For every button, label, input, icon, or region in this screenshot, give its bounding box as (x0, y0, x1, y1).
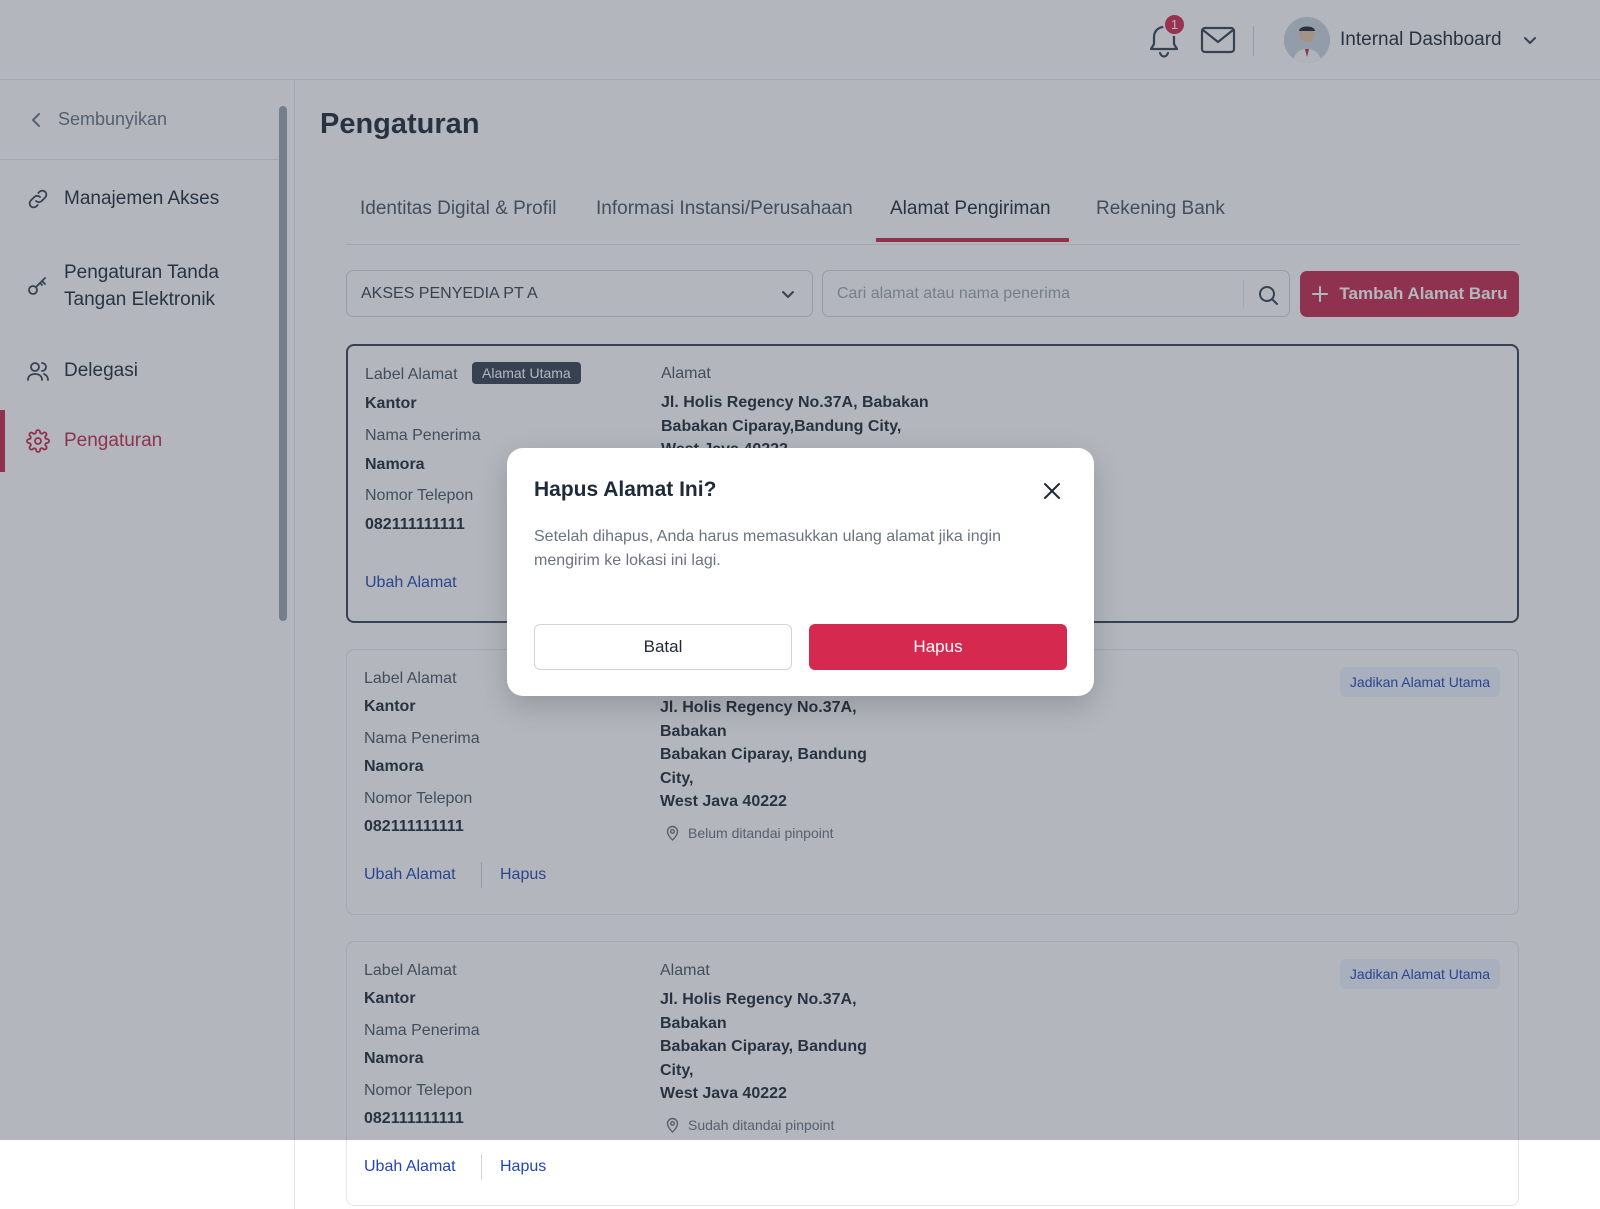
edit-address-link[interactable]: Ubah Alamat (364, 1158, 456, 1176)
cancel-button[interactable]: Batal (534, 624, 792, 670)
link-divider (481, 1154, 482, 1180)
delete-address-link[interactable]: Hapus (500, 1158, 546, 1176)
dialog-title: Hapus Alamat Ini? (534, 478, 717, 501)
confirm-delete-button[interactable]: Hapus (809, 624, 1067, 670)
close-icon[interactable] (1042, 481, 1062, 501)
dialog-message: Setelah dihapus, Anda harus memasukkan u… (534, 528, 1001, 569)
delete-address-dialog: Hapus Alamat Ini? Setelah dihapus, Anda … (507, 448, 1094, 696)
